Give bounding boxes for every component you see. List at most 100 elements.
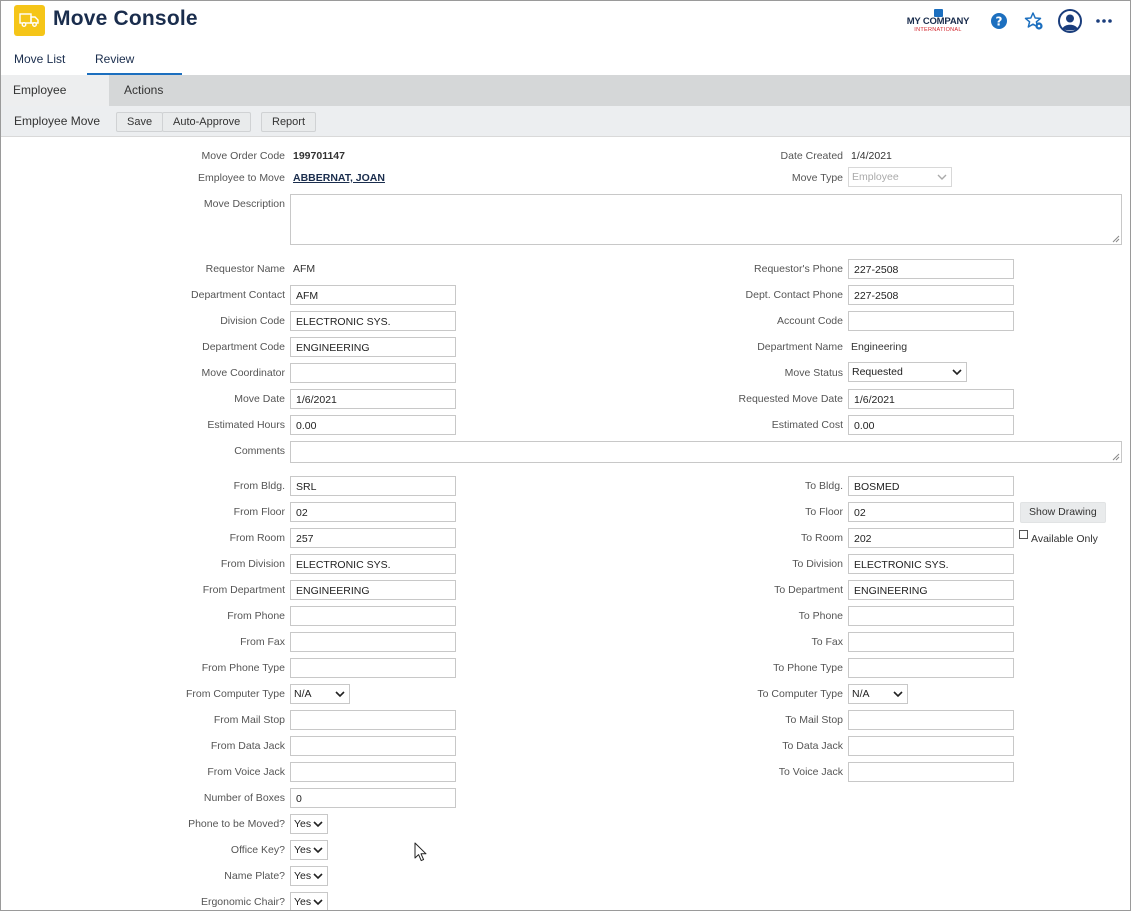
to-data-jack-label: To Data Jack <box>782 740 843 752</box>
move-type-select[interactable]: Employee <box>848 167 952 187</box>
to-voice-jack-input[interactable] <box>848 762 1014 782</box>
app-title: Move Console <box>53 7 198 30</box>
name-plate-select[interactable]: Yes <box>290 866 328 886</box>
available-only-label: Available Only <box>1031 533 1098 545</box>
move-status-value: Requested <box>852 366 903 378</box>
chevron-down-icon <box>952 369 962 376</box>
move-status-select[interactable]: Requested <box>848 362 967 382</box>
name-plate-label: Name Plate? <box>224 870 285 882</box>
to-bldg-input[interactable]: BOSMED <box>848 476 1014 496</box>
to-computer-type-label: To Computer Type <box>757 688 843 700</box>
move-description-input[interactable] <box>290 194 1122 245</box>
requested-move-date-label: Requested Move Date <box>738 393 843 405</box>
date-created-label: Date Created <box>780 150 843 162</box>
help-icon[interactable]: ? <box>989 11 1009 31</box>
requestor-phone-input[interactable]: 227-2508 <box>848 259 1014 279</box>
app-window: Move Console MY COMPANY INTERNATIONAL ? <box>0 0 1131 911</box>
to-floor-input[interactable]: 02 <box>848 502 1014 522</box>
tab-move-list[interactable]: Move List <box>6 45 73 75</box>
svg-text:?: ? <box>996 15 1003 29</box>
to-data-jack-input[interactable] <box>848 736 1014 756</box>
to-fax-label: To Fax <box>811 636 843 648</box>
to-phone-type-label: To Phone Type <box>773 662 843 674</box>
resize-grip-icon <box>1112 453 1120 461</box>
dept-contact-phone-label: Dept. Contact Phone <box>745 289 843 301</box>
to-mail-stop-input[interactable] <box>848 710 1014 730</box>
to-division-label: To Division <box>792 558 843 570</box>
office-key-value: Yes <box>294 844 312 856</box>
show-drawing-button[interactable]: Show Drawing <box>1020 502 1106 523</box>
chevron-down-icon <box>313 899 323 906</box>
phone-to-be-moved-value: Yes <box>294 818 312 830</box>
phone-to-be-moved-select[interactable]: Yes <box>290 814 328 834</box>
truck-icon <box>19 13 39 27</box>
to-division-input[interactable]: ELECTRONIC SYS. <box>848 554 1014 574</box>
chevron-down-icon <box>313 847 323 854</box>
to-phone-label: To Phone <box>798 610 843 622</box>
office-key-select[interactable]: Yes <box>290 840 328 860</box>
mouse-cursor-icon <box>414 842 427 862</box>
available-only-checkbox[interactable] <box>1019 530 1028 539</box>
user-avatar-icon[interactable] <box>1058 9 1082 33</box>
report-button[interactable]: Report <box>261 112 317 132</box>
chevron-down-icon <box>313 873 323 880</box>
account-code-label: Account Code <box>777 315 843 327</box>
move-type-label: Move Type <box>791 172 843 184</box>
phone-to-be-moved-label: Phone to be Moved? <box>188 818 285 830</box>
ergonomic-chair-label: Ergonomic Chair? <box>200 896 285 908</box>
ergonomic-chair-value: Yes <box>294 896 312 908</box>
to-room-label: To Room <box>800 532 843 544</box>
move-type-value: Employee <box>852 171 899 183</box>
tab-review-details[interactable]: Review Details <box>87 45 182 94</box>
to-mail-stop-label: To Mail Stop <box>785 714 843 726</box>
estimated-cost-input[interactable]: 0.00 <box>848 415 1014 435</box>
subtab-employee-move[interactable]: Employee Move <box>1 75 109 128</box>
subtab-actions[interactable]: Actions <box>112 75 175 106</box>
chevron-down-icon <box>313 821 323 828</box>
auto-approve-button[interactable]: Auto-Approve <box>162 112 252 132</box>
to-voice-jack-label: To Voice Jack <box>778 766 843 778</box>
dept-contact-phone-input[interactable]: 227-2508 <box>848 285 1014 305</box>
logo-line2: INTERNATIONAL <box>914 27 962 33</box>
comments-input[interactable] <box>290 441 1122 463</box>
panel-title: Employee Move <box>14 114 101 128</box>
move-status-label: Move Status <box>784 367 843 379</box>
save-button[interactable]: Save <box>116 112 164 132</box>
move-app-icon <box>14 5 45 36</box>
header: Move Console MY COMPANY INTERNATIONAL ? <box>1 1 1130 43</box>
requested-move-date-input[interactable]: 1/6/2021 <box>848 389 1014 409</box>
number-of-boxes-label: Number of Boxes <box>203 792 285 804</box>
to-computer-type-select[interactable]: N/A <box>848 684 908 704</box>
more-icon[interactable] <box>1094 11 1114 31</box>
logo-line1: MY COMPANY <box>906 16 970 27</box>
star-settings-icon[interactable] <box>1024 11 1044 31</box>
company-logo: MY COMPANY INTERNATIONAL <box>903 9 973 35</box>
subtab-bar: Employee Move Actions <box>1 75 1130 128</box>
chevron-down-icon <box>937 174 947 180</box>
number-of-boxes-input[interactable]: 0 <box>290 788 456 808</box>
to-phone-input[interactable] <box>848 606 1014 626</box>
department-name-value: Engineering <box>851 341 908 353</box>
comments-label: Comments <box>234 445 285 457</box>
chevron-down-icon <box>893 691 903 698</box>
to-room-input[interactable]: 202 <box>848 528 1014 548</box>
to-floor-label: To Floor <box>805 506 843 518</box>
ergonomic-chair-select[interactable]: Yes <box>290 892 328 910</box>
to-fax-input[interactable] <box>848 632 1014 652</box>
office-key-label: Office Key? <box>230 844 285 856</box>
to-computer-type-value: N/A <box>852 688 870 700</box>
to-phone-type-input[interactable] <box>848 658 1014 678</box>
requestor-phone-label: Requestor's Phone <box>754 263 843 275</box>
date-created-value: 1/4/2021 <box>851 150 892 162</box>
estimated-cost-label: Estimated Cost <box>771 419 843 431</box>
name-plate-value: Yes <box>294 870 312 882</box>
panel-toolbar: Employee Move Save Auto-Approve Report <box>1 106 1130 137</box>
to-department-input[interactable]: ENGINEERING <box>848 580 1014 600</box>
department-name-label: Department Name <box>757 341 843 353</box>
to-department-label: To Department <box>774 584 843 596</box>
main-tabs: Move List Review Details <box>1 45 1130 94</box>
account-code-input[interactable] <box>848 311 1014 331</box>
to-bldg-label: To Bldg. <box>805 480 843 492</box>
resize-grip-icon <box>1112 235 1120 243</box>
move-description-label: Move Description <box>203 198 285 210</box>
